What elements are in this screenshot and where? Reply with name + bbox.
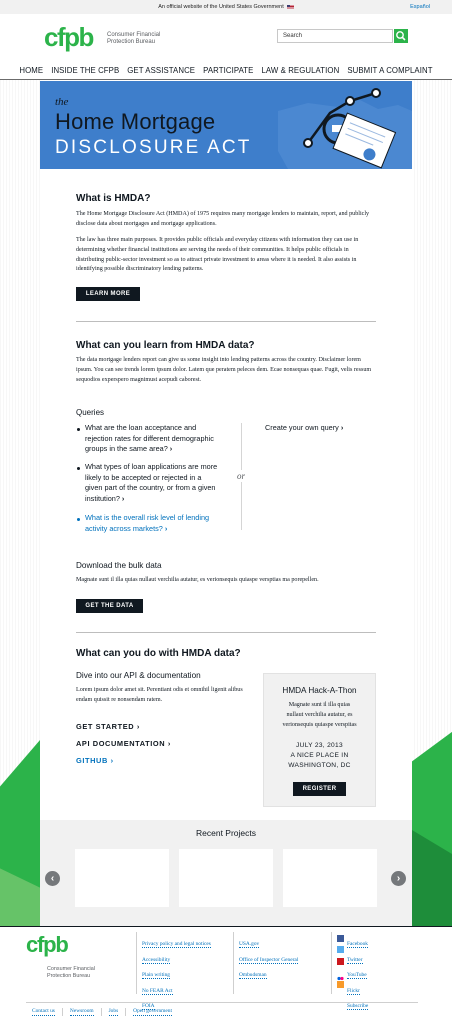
footer-link-twitter[interactable]: Twitter	[347, 956, 363, 964]
chevron-right-icon: ›	[396, 873, 401, 884]
hero-map-document-illustration	[278, 88, 412, 169]
download-heading: Download the bulk data	[76, 561, 162, 570]
get-started-link[interactable]: GET STARTED ›	[76, 722, 140, 731]
flickr-icon	[337, 969, 344, 981]
bullet	[77, 428, 80, 431]
project-card[interactable]	[283, 849, 377, 907]
bullet	[77, 518, 80, 521]
footer-bottom-divider	[26, 1002, 418, 1003]
api-heading: Dive into our API & documentation	[76, 671, 201, 680]
footer-separator	[61, 1008, 63, 1016]
footer-link-open-government[interactable]: Open government	[133, 1008, 172, 1016]
hero-the: the	[55, 96, 69, 108]
chevron-right-icon: ›	[136, 722, 140, 731]
footer-link-jobs[interactable]: Jobs	[108, 1008, 119, 1016]
espanol-link[interactable]: Español	[410, 4, 430, 10]
chevron-right-icon: ›	[164, 523, 168, 533]
chevron-right-icon: ›	[169, 444, 173, 454]
search-icon	[396, 31, 406, 41]
or-label: or	[235, 470, 248, 482]
search-input[interactable]: Search	[277, 29, 393, 43]
what-is-hmda-paragraph-2: The law has three main purposes. It prov…	[76, 237, 359, 273]
footer-column-divider	[136, 932, 137, 994]
youtube-icon	[337, 958, 344, 965]
do-heading: What can you do with HMDA data?	[76, 648, 241, 659]
queries-heading: Queries	[76, 408, 105, 417]
cfpb-logo[interactable]: cfpb	[44, 24, 94, 50]
footer-link-inspector-general[interactable]: Office of Inspector General	[239, 956, 299, 964]
nav-home[interactable]: HOME	[15, 64, 47, 75]
facebook-icon	[337, 935, 344, 942]
footer-link-facebook[interactable]: Facebook	[347, 941, 368, 948]
query-link-risk-level[interactable]: What is the overall risk level of lendin…	[85, 513, 209, 534]
chevron-right-icon: ›	[340, 423, 344, 432]
footer-link-accessibility[interactable]: Accessibility	[142, 956, 171, 964]
logo-subtitle: Consumer Financial Protection Bureau	[107, 32, 161, 45]
footer-link-privacy[interactable]: Privacy policy and legal notices	[142, 941, 211, 948]
hackathon-title: HMDA Hack-A-Thon	[282, 686, 357, 695]
api-paragraph: Lorem ipsum dolor amet sit. Perentiant o…	[76, 687, 243, 703]
gov-banner-text: An official website of the United States…	[158, 4, 284, 10]
project-card[interactable]	[179, 849, 273, 907]
learn-heading: What can you learn from HMDA data?	[76, 340, 255, 351]
api-documentation-link[interactable]: API DOCUMENTATION ›	[76, 739, 171, 748]
footer-link-contact-us[interactable]: Contact us	[32, 1008, 55, 1016]
footer-column-divider	[331, 932, 332, 994]
footer-bottom-links: Contact us Newsroom Jobs Open government	[32, 1008, 172, 1016]
footer-link-no-fear-act[interactable]: No FEAR Act	[142, 987, 173, 995]
hackathon-date-place: JULY 23, 2013 A NICE PLACE IN WASHINGTON, …	[288, 742, 351, 769]
hero-title: Home Mortgage	[55, 109, 216, 134]
gov-banner: An official website of the United States…	[0, 0, 452, 14]
footer-link-flickr[interactable]: Flickr	[347, 987, 360, 995]
learn-more-button[interactable]: LEARN MORE	[76, 287, 140, 301]
carousel-next-button[interactable]: ›	[391, 871, 406, 886]
project-card[interactable]	[75, 849, 169, 907]
footer-separator	[100, 1008, 102, 1016]
nav-law-regulation[interactable]: LAW & REGULATION	[257, 64, 343, 75]
github-link[interactable]: GITHUB ›	[76, 756, 114, 765]
recent-projects-heading: Recent Projects	[196, 828, 256, 838]
twitter-icon	[337, 946, 344, 953]
us-flag-icon	[286, 4, 294, 9]
footer-link-usa-gov[interactable]: USA.gov	[239, 941, 260, 948]
chevron-left-icon: ‹	[50, 873, 55, 884]
get-the-data-button[interactable]: GET THE DATA	[76, 599, 143, 613]
footer-links-column-2: USA.gov Office of Inspector General Ombu…	[239, 935, 299, 982]
query-link-acceptance[interactable]: What are the loan acceptance and rejectio…	[85, 423, 214, 455]
rss-icon	[337, 981, 344, 988]
nav-participate[interactable]: PARTICIPATE	[199, 64, 257, 75]
what-is-hmda-paragraph-1: The Home Mortgage Disclosure Act (HMDA) …	[76, 211, 370, 227]
carousel-prev-button[interactable]: ‹	[45, 871, 60, 886]
footer-logo-subtitle: Consumer Financial Protection Bureau	[47, 966, 95, 979]
footer-link-ombudsman[interactable]: Ombudsman	[239, 972, 267, 980]
hackathon-description: Magnate sunt il illa quias nullaut verchi…	[282, 702, 357, 728]
footer-column-divider	[233, 932, 234, 994]
footer-separator	[125, 1008, 127, 1016]
main-nav: HOME INSIDE THE CFPB GET ASSISTANCE PART…	[0, 64, 452, 80]
footer-cfpb-logo[interactable]: cfpb	[26, 934, 69, 956]
footer-link-youtube[interactable]: YouTube	[347, 972, 367, 980]
nav-get-assistance[interactable]: GET ASSISTANCE	[123, 64, 199, 75]
download-paragraph: Magnate sunt il illa quias nullaut verch…	[76, 577, 319, 583]
register-button[interactable]: REGISTER	[293, 782, 346, 796]
section-divider	[76, 321, 376, 322]
section-divider	[76, 632, 376, 633]
what-is-hmda-heading: What is HMDA?	[76, 193, 151, 204]
chevron-right-icon: ›	[110, 756, 114, 765]
footer-link-plain-writing[interactable]: Plain writing	[142, 972, 171, 980]
chevron-right-icon: ›	[121, 493, 125, 503]
chevron-right-icon: ›	[167, 739, 171, 748]
hero-subtitle: DISCLOSURE ACT	[55, 137, 252, 158]
nav-submit-complaint[interactable]: SUBMIT A COMPLAINT	[343, 64, 436, 75]
footer-link-subscribe[interactable]: Subscribe	[347, 1003, 369, 1011]
bullet	[77, 467, 80, 470]
learn-paragraph: The data mortgage lenders report can giv…	[76, 357, 372, 383]
search-button[interactable]	[394, 29, 408, 43]
query-link-loan-types[interactable]: What types of loan applications are more…	[85, 462, 217, 504]
footer-link-newsroom[interactable]: Newsroom	[69, 1008, 94, 1016]
create-own-query-link[interactable]: Create your own query ›	[265, 423, 343, 434]
nav-inside-the-cfpb[interactable]: INSIDE THE CFPB	[47, 64, 123, 75]
